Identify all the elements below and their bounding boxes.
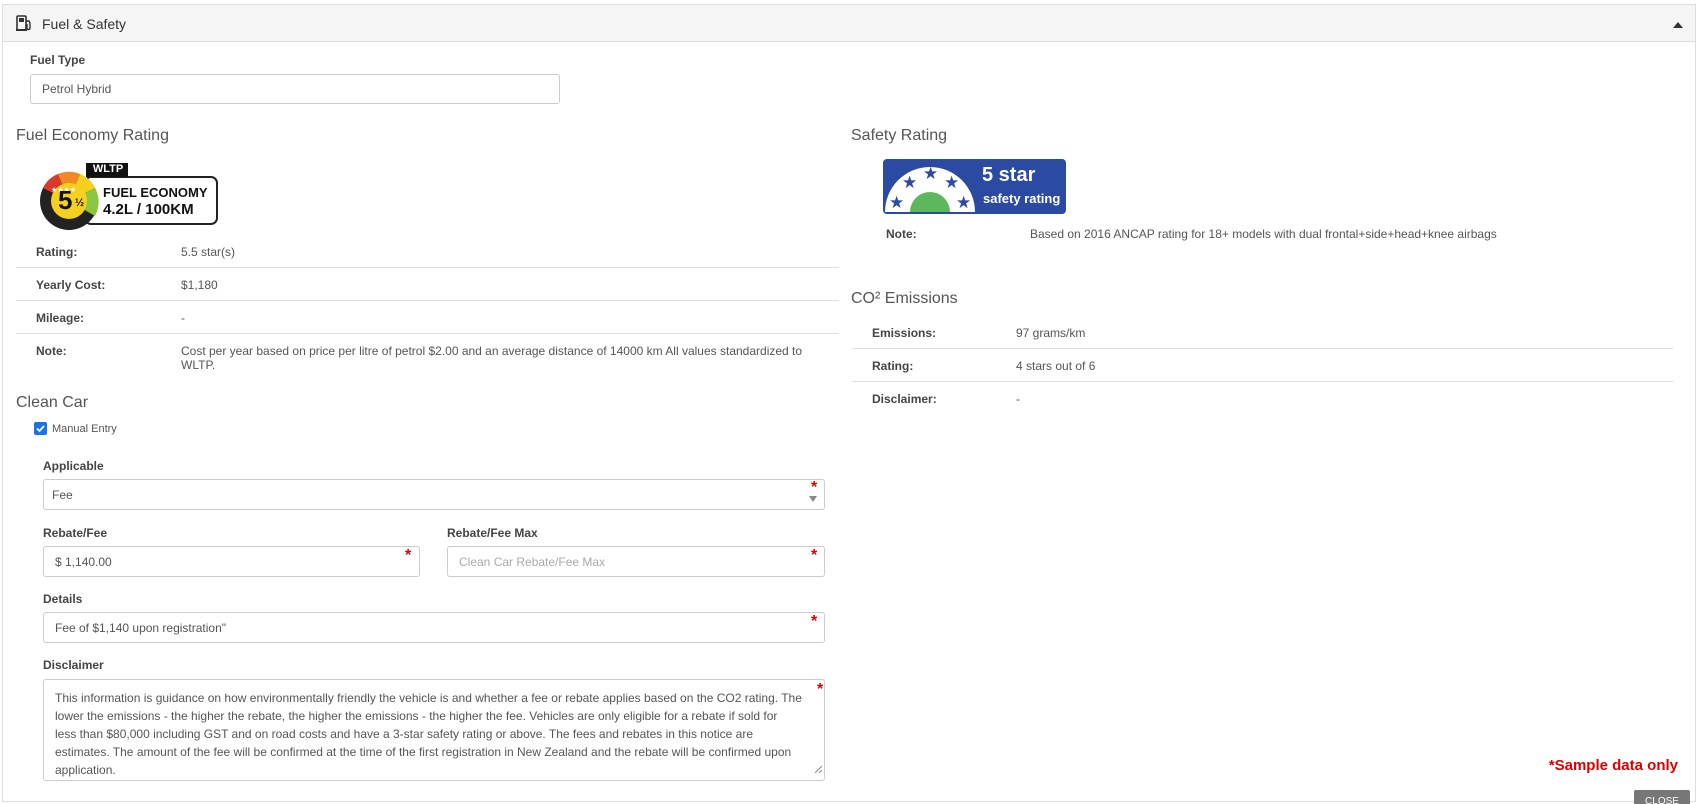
fuel-type-input[interactable]: Petrol Hybrid xyxy=(30,74,560,104)
required-marker: * xyxy=(405,547,412,564)
mileage-value: - xyxy=(181,311,185,325)
applicable-select[interactable]: Fee xyxy=(43,479,825,510)
details-value: Fee of $1,140 upon registration" xyxy=(55,620,227,635)
table-row: Emissions: 97 grams/km xyxy=(852,316,1673,349)
disclaimer-value: This information is guidance on how envi… xyxy=(55,691,802,777)
yearly-cost-key: Yearly Cost: xyxy=(36,278,106,292)
emissions-disclaimer-key: Disclaimer: xyxy=(872,392,937,406)
required-marker: * xyxy=(811,547,818,564)
fuel-rating-key: Rating: xyxy=(36,245,78,259)
emissions-rating-key: Rating: xyxy=(872,359,914,373)
table-row: Mileage: - xyxy=(16,301,839,334)
sample-data-notice: *Sample data only xyxy=(1548,757,1678,774)
required-marker: * xyxy=(811,613,818,630)
fuel-stars-half: ½ xyxy=(75,197,85,209)
yearly-cost-value: $1,180 xyxy=(181,278,218,292)
rebate-fee-max-placeholder: Clean Car Rebate/Fee Max xyxy=(459,554,606,569)
panel-header[interactable]: Fuel & Safety xyxy=(3,5,1695,42)
wltp-tag: WLTP xyxy=(92,163,124,175)
rebate-fee-label: Rebate/Fee xyxy=(43,526,108,540)
details-input[interactable]: Fee of $1,140 upon registration" xyxy=(43,612,825,643)
fuel-note-key: Note: xyxy=(36,344,67,358)
emissions-value: 97 grams/km xyxy=(1016,326,1086,340)
fuel-type-value: Petrol Hybrid xyxy=(42,82,112,96)
emissions-disclaimer-value: - xyxy=(1016,392,1020,406)
table-row: Yearly Cost: $1,180 xyxy=(16,268,839,301)
fuel-economy-heading: Fuel Economy Rating xyxy=(16,127,169,144)
svg-text:★: ★ xyxy=(889,193,904,213)
manual-entry-label: Manual Entry xyxy=(52,423,117,435)
checkmark-icon xyxy=(36,425,45,433)
fuel-economy-badge: ★★★★ WLTP 5 ½ FUEL ECONOMY 4.2L / 100KM xyxy=(37,161,221,231)
safety-badge: ★ ★ ★ ★ ★ 5 star safety rating xyxy=(883,159,1066,214)
rebate-fee-input[interactable]: $ 1,140.00 xyxy=(43,546,420,577)
fuel-badge-line2: 4.2L / 100KM xyxy=(103,201,194,218)
details-label: Details xyxy=(43,592,83,606)
fuel-badge-line1: FUEL ECONOMY xyxy=(103,185,208,200)
mileage-key: Mileage: xyxy=(36,311,85,325)
emissions-rating-value: 4 stars out of 6 xyxy=(1016,359,1096,373)
resize-handle-icon[interactable] xyxy=(814,760,823,778)
manual-entry-checkbox[interactable] xyxy=(34,422,47,435)
safety-note-value: Based on 2016 ANCAP rating for 18+ model… xyxy=(1030,227,1497,241)
rebate-fee-max-label: Rebate/Fee Max xyxy=(447,526,538,540)
collapse-caret-icon[interactable] xyxy=(1673,18,1683,32)
table-row: Note: Cost per year based on price per l… xyxy=(16,334,839,372)
required-marker: * xyxy=(817,681,824,698)
rebate-fee-value: $ 1,140.00 xyxy=(55,554,112,569)
svg-text:★: ★ xyxy=(902,173,917,193)
svg-text:★: ★ xyxy=(923,164,938,184)
fuel-pump-icon xyxy=(15,14,33,35)
emissions-heading: CO² Emissions xyxy=(851,290,958,307)
fuel-stars-number: 5 xyxy=(58,185,73,215)
fuel-note-value: Cost per year based on price per litre o… xyxy=(181,344,803,372)
table-row: Rating: 5.5 star(s) xyxy=(16,235,839,268)
required-marker: * xyxy=(811,479,818,496)
fuel-type-label: Fuel Type xyxy=(30,53,86,67)
svg-text:★: ★ xyxy=(944,173,959,193)
panel-title: Fuel & Safety xyxy=(42,16,127,32)
safety-note-key: Note: xyxy=(886,227,917,241)
applicable-value: Fee xyxy=(52,487,73,502)
safety-badge-line1: 5 star xyxy=(982,164,1036,186)
fuel-rating-value: 5.5 star(s) xyxy=(181,245,236,259)
table-row: Rating: 4 stars out of 6 xyxy=(852,349,1673,382)
svg-text:★: ★ xyxy=(956,193,971,213)
safety-badge-line2: safety rating xyxy=(983,191,1061,206)
table-row: Disclaimer: - xyxy=(852,382,1673,415)
emissions-key: Emissions: xyxy=(872,326,937,340)
applicable-label: Applicable xyxy=(43,459,104,473)
disclaimer-textarea[interactable]: This information is guidance on how envi… xyxy=(43,679,825,781)
close-button[interactable]: CLOSE xyxy=(1634,790,1690,804)
rebate-fee-max-input[interactable]: Clean Car Rebate/Fee Max xyxy=(447,546,825,577)
safety-heading: Safety Rating xyxy=(851,127,948,144)
clean-car-heading: Clean Car xyxy=(16,394,89,411)
disclaimer-label: Disclaimer xyxy=(43,658,104,672)
